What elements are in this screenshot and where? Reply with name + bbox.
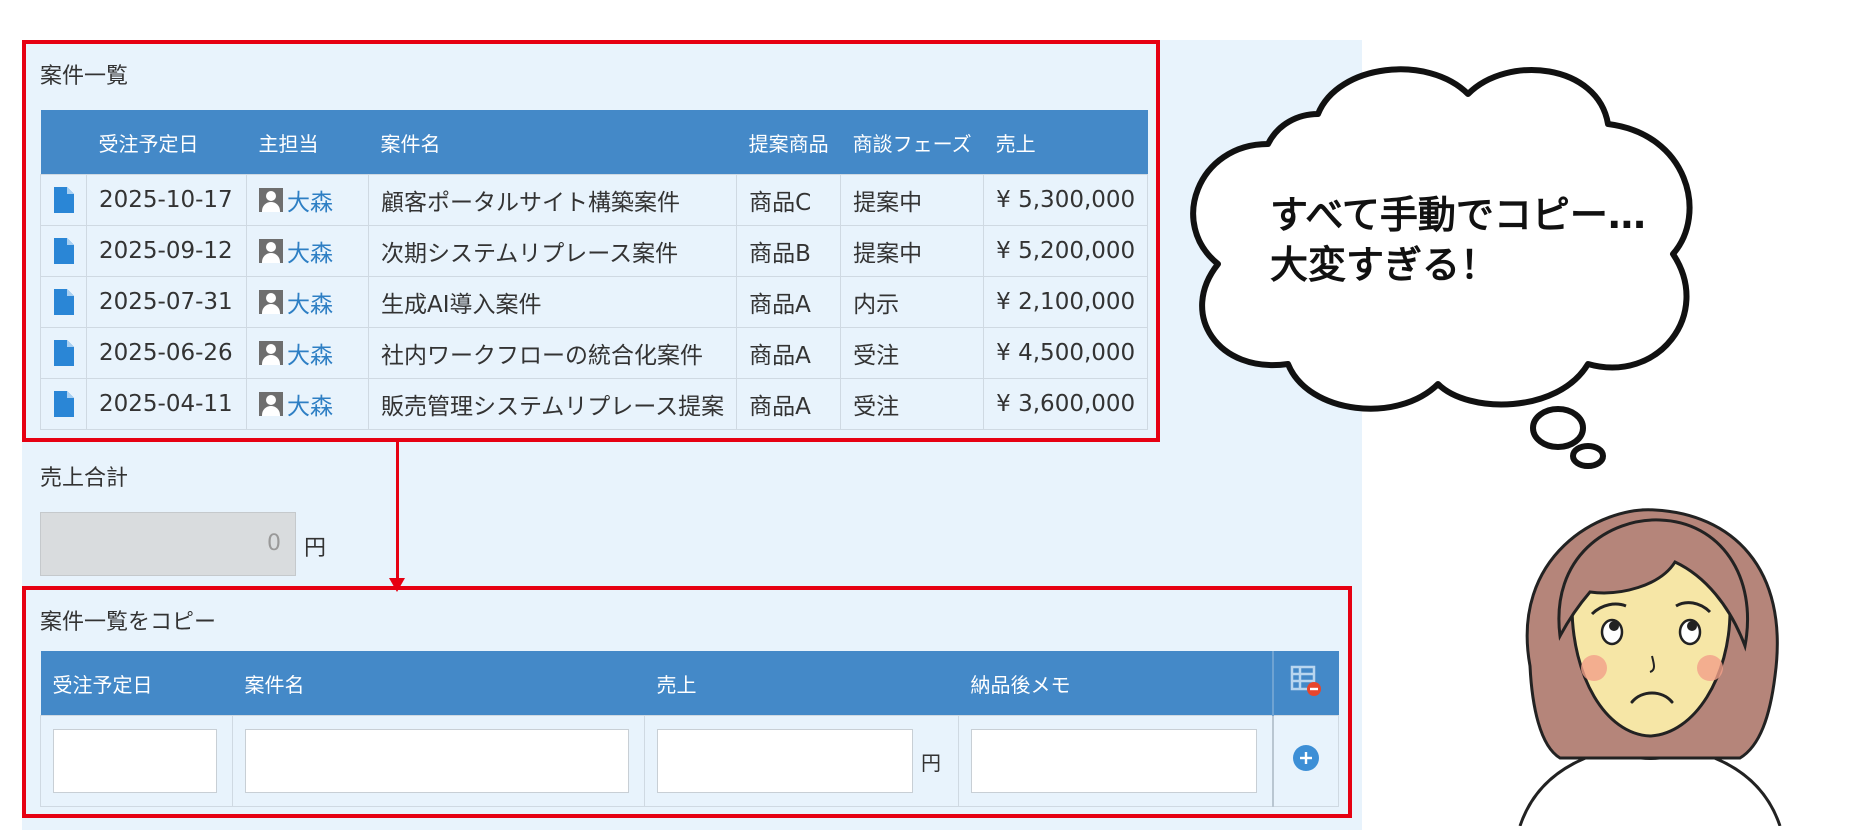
doc-icon[interactable]: [53, 289, 74, 316]
cell-owner[interactable]: 大森: [246, 378, 369, 430]
bubble-line-2: 大変すぎる！: [1270, 243, 1499, 287]
copy-sales-input[interactable]: [657, 729, 913, 793]
owner-link[interactable]: 大森: [287, 387, 333, 421]
row-icon-cell[interactable]: [40, 378, 87, 430]
cell-product: 商品A: [736, 327, 842, 379]
row-icon-cell[interactable]: [40, 174, 87, 226]
sales-total-label: 売上合計: [40, 466, 129, 491]
table-row: 2025-04-11 大森 販売管理システムリプレース提案 商品A 受注 ¥ 3…: [40, 378, 1149, 430]
row-icon-cell[interactable]: [40, 327, 87, 379]
person-icon: [259, 289, 283, 314]
cell-phase: 内示: [840, 276, 985, 328]
col-header-name[interactable]: 案件名: [368, 110, 737, 175]
cell-phase: 受注: [840, 378, 985, 430]
cell-sales: ¥ 5,200,000: [983, 225, 1149, 277]
cell-product: 商品B: [736, 225, 842, 277]
cell-sales: ¥ 3,600,000: [983, 378, 1149, 430]
cell-sales: ¥ 4,500,000: [983, 327, 1149, 379]
copy-memo-input[interactable]: [971, 729, 1257, 793]
cell-owner[interactable]: 大森: [246, 327, 369, 379]
cell-name: 次期システムリプレース案件: [367, 225, 738, 277]
col-header-icon: [40, 110, 87, 175]
cell-phase: 受注: [840, 327, 985, 379]
copy-cell-sales: 円: [644, 715, 959, 807]
copy-col-header-sales: 売上: [644, 651, 959, 716]
copy-table-header-row: 受注予定日 案件名 売上 納品後メモ: [40, 651, 1339, 716]
table-row: 2025-10-17 大森 顧客ポータルサイト構築案件 商品C 提案中 ¥ 5,…: [40, 174, 1149, 226]
sales-total-unit: 円: [304, 536, 327, 561]
cell-date: 2025-06-26: [86, 327, 247, 379]
cell-phase: 提案中: [840, 174, 985, 226]
person-icon: [259, 238, 283, 263]
copy-col-header-date: 受注予定日: [40, 651, 233, 716]
owner-link[interactable]: 大森: [287, 183, 333, 217]
bubble-line-1: すべて手動でコピー…: [1270, 193, 1646, 237]
worried-woman-illustration: [1518, 508, 1782, 826]
plus-circle-icon[interactable]: [1291, 743, 1321, 773]
person-icon: [259, 340, 283, 365]
copy-cell-action: [1271, 715, 1339, 807]
copy-col-header-memo: 納品後メモ: [958, 651, 1273, 716]
copy-table-title: 案件一覧をコピー: [40, 610, 217, 635]
cell-product: 商品A: [736, 378, 842, 430]
cell-date: 2025-07-31: [86, 276, 247, 328]
cell-name: 生成AI導入案件: [367, 276, 738, 328]
cell-name: 社内ワークフローの統合化案件: [367, 327, 738, 379]
owner-link[interactable]: 大森: [287, 234, 333, 268]
copy-cell-memo: [958, 715, 1273, 807]
person-icon: [259, 391, 283, 416]
bubble-text: すべて手動でコピー… 大変すぎる！: [1270, 190, 1646, 290]
col-header-date[interactable]: 受注予定日: [86, 110, 247, 175]
row-icon-cell[interactable]: [40, 276, 87, 328]
cell-sales: ¥ 2,100,000: [983, 276, 1149, 328]
cell-name: 顧客ポータルサイト構築案件: [367, 174, 738, 226]
doc-icon[interactable]: [53, 238, 74, 265]
copy-table-row: 円: [40, 715, 1339, 807]
case-list-table: 受注予定日 主担当 案件名 提案商品 商談フェーズ 売上 2025-10-17 …: [40, 110, 1149, 430]
copy-cell-name: [232, 715, 645, 807]
arrow-head: [389, 578, 405, 592]
doc-icon[interactable]: [53, 187, 74, 214]
row-icon-cell[interactable]: [40, 225, 87, 277]
copy-table: 受注予定日 案件名 売上 納品後メモ 円: [40, 651, 1339, 807]
table-remove-icon[interactable]: [1289, 664, 1323, 698]
cell-date: 2025-04-11: [86, 378, 247, 430]
cell-name: 販売管理システムリプレース提案: [367, 378, 738, 430]
person-icon: [259, 187, 283, 212]
cell-product: 商品C: [736, 174, 842, 226]
doc-icon[interactable]: [53, 340, 74, 367]
copy-col-header-name: 案件名: [232, 651, 645, 716]
copy-date-input[interactable]: [53, 729, 217, 793]
arrow-line: [396, 442, 399, 582]
col-header-phase[interactable]: 商談フェーズ: [840, 110, 984, 175]
table-row: 2025-06-26 大森 社内ワークフローの統合化案件 商品A 受注 ¥ 4,…: [40, 327, 1149, 379]
remove-table-button[interactable]: [1271, 651, 1339, 716]
cell-sales: ¥ 5,300,000: [983, 174, 1149, 226]
cell-owner[interactable]: 大森: [246, 276, 369, 328]
col-header-product[interactable]: 提案商品: [736, 110, 841, 175]
case-list-title: 案件一覧: [40, 64, 129, 89]
cell-date: 2025-10-17: [86, 174, 247, 226]
case-list-header-row: 受注予定日 主担当 案件名 提案商品 商談フェーズ 売上: [40, 110, 1148, 175]
owner-link[interactable]: 大森: [287, 285, 333, 319]
col-header-sales[interactable]: 売上: [983, 110, 1148, 175]
copy-cell-date: [40, 715, 233, 807]
cell-owner[interactable]: 大森: [246, 225, 369, 277]
sales-total-field: 0: [40, 512, 296, 576]
cell-phase: 提案中: [840, 225, 985, 277]
table-row: 2025-07-31 大森 生成AI導入案件 商品A 内示 ¥ 2,100,00…: [40, 276, 1149, 328]
copy-name-input[interactable]: [245, 729, 629, 793]
col-header-owner[interactable]: 主担当: [246, 110, 369, 175]
table-row: 2025-09-12 大森 次期システムリプレース案件 商品B 提案中 ¥ 5,…: [40, 225, 1149, 277]
cell-date: 2025-09-12: [86, 225, 247, 277]
cell-product: 商品A: [736, 276, 842, 328]
doc-icon[interactable]: [53, 391, 74, 418]
copy-sales-unit: 円: [921, 750, 941, 775]
cell-owner[interactable]: 大森: [246, 174, 369, 226]
owner-link[interactable]: 大森: [287, 336, 333, 370]
